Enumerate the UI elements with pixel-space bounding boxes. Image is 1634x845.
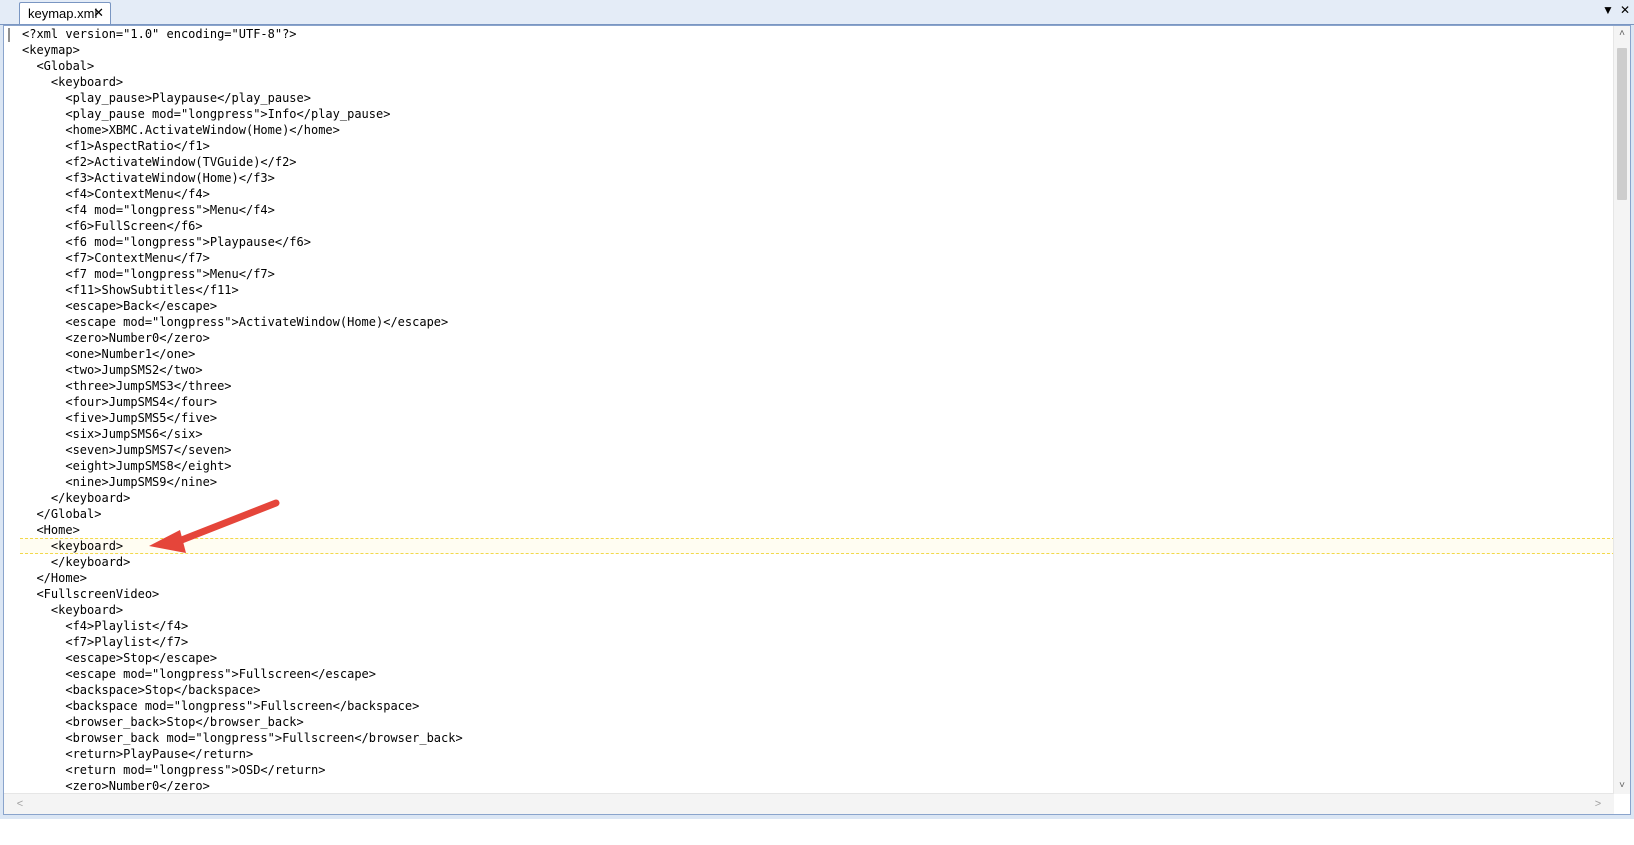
scroll-right-icon[interactable]: > — [1590, 796, 1606, 812]
code-line[interactable]: <return>PlayPause</return> — [22, 746, 1612, 762]
code-line[interactable]: <escape>Stop</escape> — [22, 650, 1612, 666]
code-line[interactable]: <seven>JumpSMS7</seven> — [22, 442, 1612, 458]
editor-window: keymap.xml ✕ ▼ ✕ <?xml version="1.0" enc… — [0, 0, 1634, 819]
window-controls: ▼ ✕ — [1602, 3, 1630, 17]
code-line[interactable]: <f4>Playlist</f4> — [22, 618, 1612, 634]
code-line[interactable]: <three>JumpSMS3</three> — [22, 378, 1612, 394]
vertical-scrollbar[interactable]: ˄ ˅ — [1613, 26, 1630, 794]
scrollbar-thumb[interactable] — [1617, 48, 1627, 200]
code-line[interactable]: <escape mod="longpress">Fullscreen</esca… — [22, 666, 1612, 682]
fold-margin — [8, 28, 10, 42]
code-line[interactable]: <f1>AspectRatio</f1> — [22, 138, 1612, 154]
code-line[interactable]: <escape mod="longpress">ActivateWindow(H… — [22, 314, 1612, 330]
code-line[interactable]: <nine>JumpSMS9</nine> — [22, 474, 1612, 490]
window-close-icon[interactable]: ✕ — [1620, 3, 1630, 17]
code-line[interactable]: <zero>Number0</zero> — [22, 778, 1612, 794]
code-line[interactable]: <two>JumpSMS2</two> — [22, 362, 1612, 378]
code-line[interactable]: <backspace mod="longpress">Fullscreen</b… — [22, 698, 1612, 714]
code-line[interactable]: <return mod="longpress">OSD</return> — [22, 762, 1612, 778]
tab-title: keymap.xml — [28, 6, 98, 21]
code-line[interactable]: <keymap> — [22, 42, 1612, 58]
code-line[interactable]: <backspace>Stop</backspace> — [22, 682, 1612, 698]
dropdown-icon[interactable]: ▼ — [1602, 3, 1614, 17]
code-line[interactable]: <keyboard> — [22, 538, 1612, 554]
code-line[interactable]: <f11>ShowSubtitles</f11> — [22, 282, 1612, 298]
code-line[interactable]: <home>XBMC.ActivateWindow(Home)</home> — [22, 122, 1612, 138]
code-line[interactable]: <one>Number1</one> — [22, 346, 1612, 362]
scroll-left-icon[interactable]: < — [12, 796, 28, 812]
code-line[interactable]: <browser_back>Stop</browser_back> — [22, 714, 1612, 730]
close-icon[interactable]: ✕ — [93, 5, 104, 21]
scroll-down-icon[interactable]: ˅ — [1614, 778, 1630, 794]
horizontal-scrollbar[interactable]: < > — [4, 793, 1614, 814]
code-line[interactable]: <f6 mod="longpress">Playpause</f6> — [22, 234, 1612, 250]
code-line[interactable]: <FullscreenVideo> — [22, 586, 1612, 602]
code-line[interactable]: <keyboard> — [22, 602, 1612, 618]
scroll-up-icon[interactable]: ˄ — [1614, 26, 1630, 42]
code-line[interactable]: <six>JumpSMS6</six> — [22, 426, 1612, 442]
code-line[interactable]: <browser_back mod="longpress">Fullscreen… — [22, 730, 1612, 746]
code-line[interactable]: <f2>ActivateWindow(TVGuide)</f2> — [22, 154, 1612, 170]
tab-keymap-xml[interactable]: keymap.xml ✕ — [19, 2, 111, 24]
code-line[interactable]: <eight>JumpSMS8</eight> — [22, 458, 1612, 474]
code-line[interactable]: <f6>FullScreen</f6> — [22, 218, 1612, 234]
code-line[interactable]: <f3>ActivateWindow(Home)</f3> — [22, 170, 1612, 186]
code-line[interactable]: <zero>Number0</zero> — [22, 330, 1612, 346]
tab-bar: keymap.xml ✕ ▼ ✕ — [0, 0, 1634, 25]
code-line[interactable]: <escape>Back</escape> — [22, 298, 1612, 314]
code-line[interactable]: </Global> — [22, 506, 1612, 522]
code-line[interactable]: <f4>ContextMenu</f4> — [22, 186, 1612, 202]
code-line[interactable]: <play_pause mod="longpress">Info</play_p… — [22, 106, 1612, 122]
code-line[interactable]: </keyboard> — [22, 490, 1612, 506]
code-line[interactable]: <?xml version="1.0" encoding="UTF-8"?> — [22, 26, 1612, 42]
code-line[interactable]: <f7>ContextMenu</f7> — [22, 250, 1612, 266]
code-line[interactable]: <play_pause>Playpause</play_pause> — [22, 90, 1612, 106]
code-line[interactable]: </Home> — [22, 570, 1612, 586]
code-line[interactable]: <Global> — [22, 58, 1612, 74]
code-line[interactable]: <f7>Playlist</f7> — [22, 634, 1612, 650]
code-line[interactable]: <Home> — [22, 522, 1612, 538]
code-line[interactable]: <five>JumpSMS5</five> — [22, 410, 1612, 426]
code-line[interactable]: </keyboard> — [22, 554, 1612, 570]
code-area[interactable]: <?xml version="1.0" encoding="UTF-8"?> <k… — [22, 26, 1612, 794]
code-line[interactable]: <f7 mod="longpress">Menu</f7> — [22, 266, 1612, 282]
code-line[interactable]: <f4 mod="longpress">Menu</f4> — [22, 202, 1612, 218]
code-line[interactable]: <four>JumpSMS4</four> — [22, 394, 1612, 410]
code-line[interactable]: <keyboard> — [22, 74, 1612, 90]
code-editor[interactable]: <?xml version="1.0" encoding="UTF-8"?> <k… — [3, 25, 1631, 815]
